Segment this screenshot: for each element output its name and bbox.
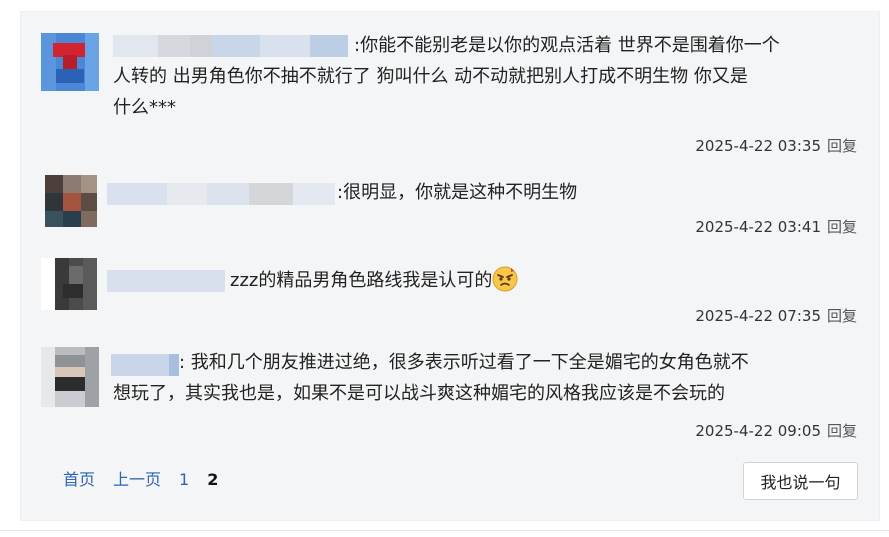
reply-text-line: zzz的精品男角色路线我是认可的 <box>230 265 518 296</box>
post-reply-button[interactable]: 我也说一句 <box>743 462 858 500</box>
reply-text-line: 什么*** <box>113 97 176 118</box>
reply-time: 2025-4-22 03:41 <box>695 218 821 236</box>
reply-time: 2025-4-22 03:35 <box>695 137 821 155</box>
reply-text-line: 人转的 出男角色你不抽不就行了 狗叫什么 动不动就把别人打成不明生物 你又是 <box>113 66 748 87</box>
pager-first-link[interactable]: 首页 <box>63 470 95 489</box>
reply-time: 2025-4-22 07:35 <box>695 307 821 325</box>
pager-prev-link[interactable]: 上一页 <box>113 470 161 489</box>
reply-meta: 2025-4-22 07:35 回复 <box>695 305 857 326</box>
reply-link[interactable]: 回复 <box>827 307 857 325</box>
angry-face-emoji-icon <box>492 266 518 292</box>
username-blurred[interactable] <box>107 270 225 292</box>
pager-page-1[interactable]: 1 <box>179 470 189 489</box>
username-blurred[interactable] <box>111 354 179 376</box>
reply-text-line: 想玩了，其实我也是，如果不是可以战斗爽这种媚宅的风格我应该是不会玩的 <box>113 383 725 404</box>
reply-link[interactable]: 回复 <box>827 218 857 236</box>
pagination: 首页 上一页 1 2 <box>63 466 236 490</box>
reply-link[interactable]: 回复 <box>827 422 857 440</box>
avatar[interactable] <box>41 258 97 310</box>
avatar[interactable] <box>41 33 99 91</box>
reply-meta: 2025-4-22 09:05 回复 <box>695 420 857 441</box>
reply-meta: 2025-4-22 03:41 回复 <box>695 216 857 237</box>
avatar[interactable] <box>41 347 99 407</box>
username-blurred[interactable] <box>107 183 335 205</box>
divider <box>0 530 889 531</box>
reply-panel: :你能不能别老是以你的观点活着 世界不是围着你一个 人转的 出男角色你不抽不就行… <box>20 11 880 521</box>
username-blurred[interactable] <box>113 35 348 57</box>
reply-text-line: :很明显，你就是这种不明生物 <box>337 182 578 203</box>
pager-page-current: 2 <box>207 470 219 489</box>
reply-link[interactable]: 回复 <box>827 137 857 155</box>
reply-meta: 2025-4-22 03:35 回复 <box>695 135 857 156</box>
reply-text-line: :你能不能别老是以你的观点活着 世界不是围着你一个 <box>354 35 780 56</box>
reply-text: zzz的精品男角色路线我是认可的 <box>230 270 493 291</box>
avatar[interactable] <box>45 175 97 227</box>
reply-time: 2025-4-22 09:05 <box>695 422 821 440</box>
reply-text-line: : 我和几个朋友推进过绝，很多表示听过看了一下全是媚宅的女角色就不 <box>179 352 749 373</box>
